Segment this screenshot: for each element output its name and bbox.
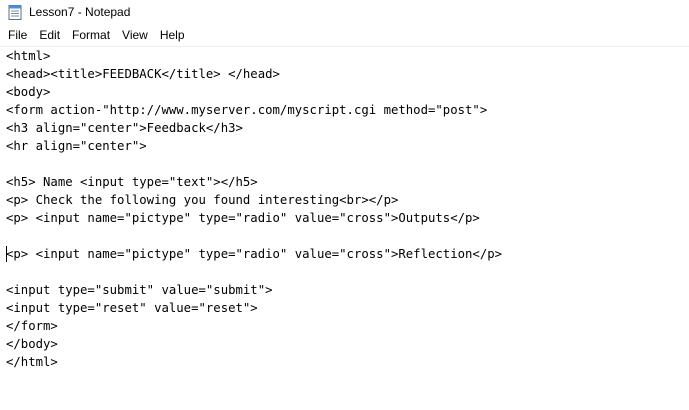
- editor-line: <head><title>FEEDBACK</title> </head>: [6, 67, 280, 81]
- title-bar[interactable]: Lesson7 - Notepad: [0, 0, 689, 24]
- editor-line: </body>: [6, 337, 58, 351]
- notepad-icon: [8, 4, 22, 20]
- notepad-window: Lesson7 - Notepad File Edit Format View …: [0, 0, 689, 410]
- editor-line: </html>: [6, 355, 58, 369]
- menu-edit[interactable]: Edit: [33, 25, 66, 45]
- editor-line: </form>: [6, 319, 58, 333]
- menu-help[interactable]: Help: [154, 25, 191, 45]
- editor-line: <p> Check the following you found intere…: [6, 193, 399, 207]
- editor-line: <h3 align="center">Feedback</h3>: [6, 121, 243, 135]
- menu-bar: File Edit Format View Help: [0, 25, 689, 45]
- text-caret: [6, 246, 7, 262]
- editor-line: <p> <input name="pictype" type="radio" v…: [6, 211, 480, 225]
- editor-line: <input type="submit" value="submit">: [6, 283, 273, 297]
- window-title: Lesson7 - Notepad: [29, 5, 131, 19]
- editor-line: <body>: [6, 85, 51, 99]
- menu-format[interactable]: Format: [66, 25, 116, 45]
- editor-line: <input type="reset" value="reset">: [6, 301, 258, 315]
- editor-line: <p> <input name="pictype" type="radio" v…: [6, 246, 503, 262]
- text-editor-area[interactable]: <html> <head><title>FEEDBACK</title> </he…: [0, 46, 689, 410]
- editor-line: <form action-"http://www.myserver.com/my…: [6, 103, 488, 117]
- editor-line: <h5> Name <input type="text"></h5>: [6, 175, 258, 189]
- editor-line: <html>: [6, 49, 51, 63]
- menu-file[interactable]: File: [0, 25, 33, 45]
- menu-view[interactable]: View: [116, 25, 154, 45]
- editor-line: <hr align="center">: [6, 139, 147, 153]
